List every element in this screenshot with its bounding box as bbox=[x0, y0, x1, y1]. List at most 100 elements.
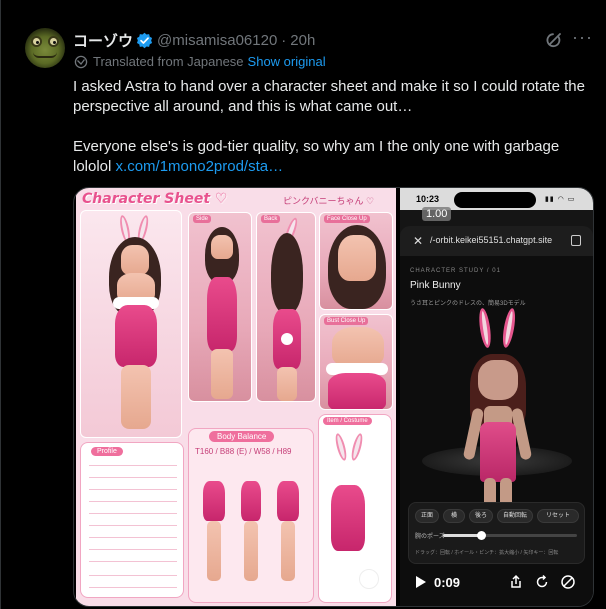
character-sheet-image[interactable]: Character Sheet ♡ ピンクバニーちゃん ♡ Side Back … bbox=[76, 188, 396, 606]
costume-tail bbox=[359, 569, 379, 589]
translated-label: Translated from Japanese bbox=[93, 54, 244, 69]
figure-hair bbox=[271, 233, 303, 313]
play-icon[interactable] bbox=[416, 576, 426, 588]
model-face bbox=[478, 360, 518, 400]
grok-icon[interactable] bbox=[545, 30, 565, 50]
reset-button[interactable]: リセット bbox=[537, 509, 579, 523]
avatar-eye-right bbox=[48, 36, 59, 47]
bust-closeup-panel: Bust Close Up bbox=[319, 314, 393, 410]
figure-legs bbox=[211, 349, 233, 399]
figure-dress bbox=[328, 373, 386, 409]
translate-icon bbox=[74, 55, 88, 68]
pose-slider-knob[interactable] bbox=[476, 531, 486, 540]
profile-row bbox=[89, 465, 177, 466]
study-title: Pink Bunny bbox=[410, 280, 461, 291]
figure-dress bbox=[277, 481, 299, 521]
figure-face bbox=[338, 235, 376, 281]
tweet-paragraph-1: I asked Astra to hand over a character s… bbox=[73, 78, 585, 115]
front-view-button[interactable]: 正面 bbox=[415, 509, 439, 523]
tweet-timestamp[interactable]: 20h bbox=[290, 32, 315, 49]
figure-dress bbox=[241, 481, 261, 521]
replay-icon[interactable] bbox=[534, 574, 550, 590]
dynamic-island bbox=[454, 192, 536, 208]
gif-mute-icon[interactable] bbox=[560, 574, 576, 590]
header-separator: · bbox=[281, 31, 287, 49]
control-panel: 正面 横 後ろ 自動回転 リセット 腕のポーズ ドラッグ：回転 / ホイール・ピ… bbox=[408, 502, 585, 564]
profile-row bbox=[89, 489, 177, 490]
verified-badge-icon bbox=[136, 32, 153, 48]
media-grid: Character Sheet ♡ ピンクバニーちゃん ♡ Side Back … bbox=[73, 187, 594, 607]
study-subtitle: うさ耳とピンクのドレスの、簡易3Dモデル bbox=[410, 301, 526, 307]
figure-legs bbox=[121, 365, 151, 429]
avatar-eye-left bbox=[31, 36, 42, 47]
bunny-ear-headband bbox=[349, 432, 365, 462]
bookmark-icon bbox=[571, 235, 581, 246]
app-content: CHARACTER STUDY / 01 Pink Bunny うさ耳とピンクの… bbox=[400, 256, 593, 606]
tweet-text: I asked Astra to hand over a character s… bbox=[73, 77, 593, 197]
figure-legs bbox=[277, 367, 297, 401]
figure-dress bbox=[115, 305, 157, 367]
more-options-icon[interactable]: ··· bbox=[572, 28, 592, 51]
translation-notice: Translated from Japanese Show original bbox=[74, 54, 326, 69]
tweet-paragraph-2: Everyone else's is god-tier quality, so … bbox=[73, 137, 593, 177]
figure-dress bbox=[203, 481, 225, 521]
profile-box: Profile bbox=[80, 442, 184, 598]
body-measurements: T160 / B88 (E) / W58 / H89 bbox=[195, 447, 292, 456]
figure-legs bbox=[281, 521, 295, 581]
side-view-panel: Side bbox=[188, 212, 252, 402]
url-text: /-orbit.keikei55151.chatgpt.site bbox=[430, 235, 553, 245]
profile-row bbox=[89, 477, 177, 478]
status-time: 10:23 bbox=[416, 194, 440, 204]
author-name[interactable]: コーゾウ bbox=[73, 30, 133, 51]
show-original-link[interactable]: Show original bbox=[248, 54, 326, 69]
item-costume-box: Item / Costume bbox=[318, 414, 392, 603]
model-bunny-ear bbox=[500, 307, 518, 349]
bunny-ear-headband bbox=[333, 432, 349, 462]
front-view-panel bbox=[80, 210, 182, 438]
close-icon: ✕ bbox=[413, 234, 424, 248]
sheet-subtitle: ピンクバニーちゃん ♡ bbox=[283, 196, 375, 206]
figure-face bbox=[211, 235, 233, 259]
video-player[interactable]: 10:23 ▮▮ ◠ ▭ 1.00 ✕ /-orbit.keikei55151.… bbox=[400, 188, 593, 606]
share-icon[interactable] bbox=[508, 574, 524, 590]
avatar-mouth bbox=[33, 52, 57, 58]
face-closeup-panel: Face Close Up bbox=[319, 212, 393, 310]
pose-slider-fill bbox=[443, 534, 481, 537]
author-handle[interactable]: @misamisa06120 bbox=[157, 32, 277, 49]
figure-face bbox=[121, 245, 149, 275]
zoom-level: 1.00 bbox=[422, 207, 452, 221]
pose-slider[interactable] bbox=[443, 531, 577, 540]
profile-row bbox=[89, 561, 177, 562]
study-label: CHARACTER STUDY / 01 bbox=[410, 268, 501, 274]
face-tag: Face Close Up bbox=[324, 215, 370, 223]
author-avatar[interactable] bbox=[25, 28, 65, 68]
back-view-panel: Back bbox=[256, 212, 316, 402]
browser-url-bar: ✕ /-orbit.keikei55151.chatgpt.site bbox=[400, 226, 593, 256]
model-bunny-ear bbox=[477, 307, 493, 349]
bust-tag: Bust Close Up bbox=[324, 317, 369, 325]
costume-dress bbox=[331, 485, 365, 551]
pose-label: 腕のポーズ bbox=[415, 534, 445, 540]
tweet-link[interactable]: x.com/1mono2prod/sta… bbox=[116, 158, 284, 175]
model-dress bbox=[480, 422, 516, 482]
figure-legs bbox=[207, 521, 221, 581]
profile-row bbox=[89, 575, 177, 576]
body-balance-header: Body Balance bbox=[209, 431, 275, 442]
figure-dress bbox=[207, 277, 237, 351]
sheet-title: Character Sheet ♡ bbox=[82, 191, 228, 207]
video-time: 0:09 bbox=[434, 575, 461, 590]
auto-rotate-button[interactable]: 自動回転 bbox=[497, 509, 533, 523]
control-hint: ドラッグ：回転 / ホイール・ピンチ：拡大縮小 / 矢印キー：回転 bbox=[415, 550, 559, 556]
status-icons: ▮▮ ◠ ▭ bbox=[545, 196, 576, 203]
profile-row bbox=[89, 537, 177, 538]
body-balance-box: Body Balance T160 / B88 (E) / W58 / H89 bbox=[188, 428, 314, 603]
item-costume-header: Item / Costume bbox=[323, 417, 372, 425]
figure-legs bbox=[244, 521, 258, 581]
back-tag: Back bbox=[261, 215, 281, 223]
side-view-button[interactable]: 横 bbox=[443, 509, 465, 523]
profile-row bbox=[89, 525, 177, 526]
tweet[interactable]: コーゾウ @misamisa06120 · 20h ··· Translated… bbox=[0, 0, 606, 609]
back-view-button[interactable]: 後ろ bbox=[469, 509, 493, 523]
figure-torso bbox=[332, 327, 384, 367]
profile-row bbox=[89, 587, 177, 588]
